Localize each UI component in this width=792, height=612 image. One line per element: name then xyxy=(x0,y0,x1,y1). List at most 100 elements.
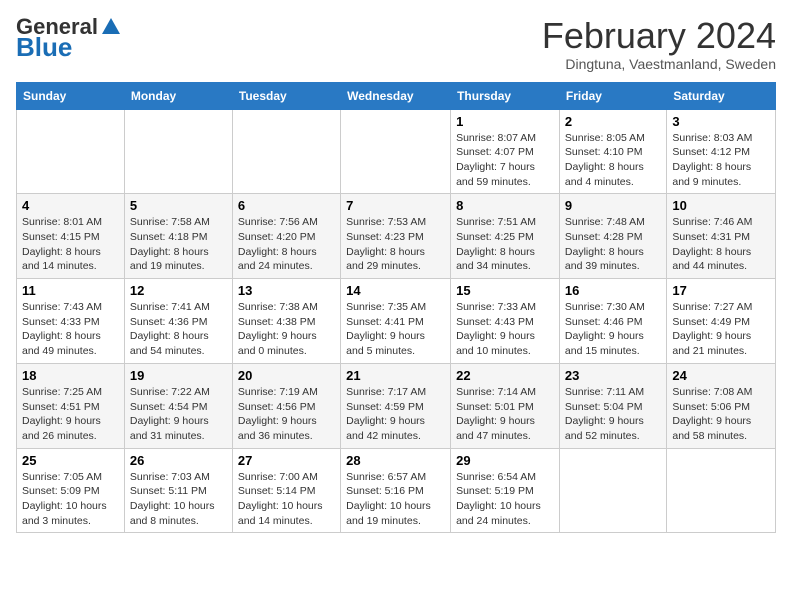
date-number: 2 xyxy=(565,114,661,129)
day-headers-row: SundayMondayTuesdayWednesdayThursdayFrid… xyxy=(17,82,776,109)
date-number: 18 xyxy=(22,368,119,383)
day-cell: 27Sunrise: 7:00 AM Sunset: 5:14 PM Dayli… xyxy=(232,448,340,533)
day-info: Sunrise: 7:11 AM Sunset: 5:04 PM Dayligh… xyxy=(565,385,661,444)
day-cell: 7 Sunrise: 7:53 AM Sunset: 4:23 PM Daylig… xyxy=(341,194,451,279)
day-cell: 12Sunrise: 7:41 AM Sunset: 4:36 PM Dayli… xyxy=(124,279,232,364)
day-header-thursday: Thursday xyxy=(451,82,560,109)
day-cell xyxy=(341,109,451,194)
day-info: Sunrise: 7:30 AM Sunset: 4:46 PM Dayligh… xyxy=(565,300,661,359)
date-number: 4 xyxy=(22,198,119,213)
day-cell: 25 Sunrise: 7:05 AM Sunset: 5:09 PM Dayli… xyxy=(17,448,125,533)
date-number: 26 xyxy=(130,453,227,468)
day-header-friday: Friday xyxy=(559,82,666,109)
day-info: Sunrise: 7:00 AM Sunset: 5:14 PM Dayligh… xyxy=(238,470,335,529)
day-cell: 17 Sunrise: 7:27 AM Sunset: 4:49 PM Dayli… xyxy=(667,279,776,364)
day-cell: 5 Sunrise: 7:58 AM Sunset: 4:18 PM Daylig… xyxy=(124,194,232,279)
calendar-subtitle: Dingtuna, Vaestmanland, Sweden xyxy=(542,56,776,72)
day-info: Sunrise: 7:58 AM Sunset: 4:18 PM Dayligh… xyxy=(130,215,227,274)
day-cell xyxy=(232,109,340,194)
day-cell: 9 Sunrise: 7:48 AM Sunset: 4:28 PM Daylig… xyxy=(559,194,666,279)
logo-blue-text: Blue xyxy=(16,34,72,60)
calendar-table: SundayMondayTuesdayWednesdayThursdayFrid… xyxy=(16,82,776,534)
date-number: 28 xyxy=(346,453,445,468)
date-number: 7 xyxy=(346,198,445,213)
day-cell: 28 Sunrise: 6:57 AM Sunset: 5:16 PM Dayli… xyxy=(341,448,451,533)
day-cell: 1 Sunrise: 8:07 AM Sunset: 4:07 PM Daylig… xyxy=(451,109,560,194)
week-row-5: 25 Sunrise: 7:05 AM Sunset: 5:09 PM Dayli… xyxy=(17,448,776,533)
day-info: Sunrise: 8:07 AM Sunset: 4:07 PM Dayligh… xyxy=(456,131,554,190)
date-number: 17 xyxy=(672,283,770,298)
day-cell: 24Sunrise: 7:08 AM Sunset: 5:06 PM Dayli… xyxy=(667,363,776,448)
date-number: 29 xyxy=(456,453,554,468)
date-number: 10 xyxy=(672,198,770,213)
day-info: Sunrise: 7:48 AM Sunset: 4:28 PM Dayligh… xyxy=(565,215,661,274)
day-info: Sunrise: 7:17 AM Sunset: 4:59 PM Dayligh… xyxy=(346,385,445,444)
date-number: 8 xyxy=(456,198,554,213)
date-number: 6 xyxy=(238,198,335,213)
day-cell xyxy=(124,109,232,194)
day-info: Sunrise: 7:38 AM Sunset: 4:38 PM Dayligh… xyxy=(238,300,335,359)
day-cell: 3 Sunrise: 8:03 AM Sunset: 4:12 PM Daylig… xyxy=(667,109,776,194)
day-info: Sunrise: 7:03 AM Sunset: 5:11 PM Dayligh… xyxy=(130,470,227,529)
date-number: 23 xyxy=(565,368,661,383)
day-info: Sunrise: 7:53 AM Sunset: 4:23 PM Dayligh… xyxy=(346,215,445,274)
date-number: 20 xyxy=(238,368,335,383)
day-header-monday: Monday xyxy=(124,82,232,109)
date-number: 11 xyxy=(22,283,119,298)
date-number: 5 xyxy=(130,198,227,213)
day-cell: 14 Sunrise: 7:35 AM Sunset: 4:41 PM Dayli… xyxy=(341,279,451,364)
day-info: Sunrise: 7:51 AM Sunset: 4:25 PM Dayligh… xyxy=(456,215,554,274)
day-info: Sunrise: 7:05 AM Sunset: 5:09 PM Dayligh… xyxy=(22,470,119,529)
date-number: 15 xyxy=(456,283,554,298)
day-cell: 10 Sunrise: 7:46 AM Sunset: 4:31 PM Dayli… xyxy=(667,194,776,279)
day-header-sunday: Sunday xyxy=(17,82,125,109)
date-number: 25 xyxy=(22,453,119,468)
date-number: 1 xyxy=(456,114,554,129)
day-info: Sunrise: 7:46 AM Sunset: 4:31 PM Dayligh… xyxy=(672,215,770,274)
week-row-3: 11 Sunrise: 7:43 AM Sunset: 4:33 PM Dayli… xyxy=(17,279,776,364)
date-number: 24 xyxy=(672,368,770,383)
day-cell: 11 Sunrise: 7:43 AM Sunset: 4:33 PM Dayli… xyxy=(17,279,125,364)
date-number: 21 xyxy=(346,368,445,383)
day-info: Sunrise: 7:35 AM Sunset: 4:41 PM Dayligh… xyxy=(346,300,445,359)
day-cell: 22Sunrise: 7:14 AM Sunset: 5:01 PM Dayli… xyxy=(451,363,560,448)
day-info: Sunrise: 8:03 AM Sunset: 4:12 PM Dayligh… xyxy=(672,131,770,190)
date-number: 14 xyxy=(346,283,445,298)
day-cell: 4 Sunrise: 8:01 AM Sunset: 4:15 PM Daylig… xyxy=(17,194,125,279)
day-info: Sunrise: 8:01 AM Sunset: 4:15 PM Dayligh… xyxy=(22,215,119,274)
week-row-4: 18 Sunrise: 7:25 AM Sunset: 4:51 PM Dayli… xyxy=(17,363,776,448)
day-cell: 20Sunrise: 7:19 AM Sunset: 4:56 PM Dayli… xyxy=(232,363,340,448)
day-cell: 26 Sunrise: 7:03 AM Sunset: 5:11 PM Dayli… xyxy=(124,448,232,533)
day-cell xyxy=(667,448,776,533)
day-info: Sunrise: 6:54 AM Sunset: 5:19 PM Dayligh… xyxy=(456,470,554,529)
day-info: Sunrise: 7:14 AM Sunset: 5:01 PM Dayligh… xyxy=(456,385,554,444)
week-row-1: 1 Sunrise: 8:07 AM Sunset: 4:07 PM Daylig… xyxy=(17,109,776,194)
day-cell: 29 Sunrise: 6:54 AM Sunset: 5:19 PM Dayli… xyxy=(451,448,560,533)
day-header-saturday: Saturday xyxy=(667,82,776,109)
day-info: Sunrise: 7:27 AM Sunset: 4:49 PM Dayligh… xyxy=(672,300,770,359)
day-cell: 18 Sunrise: 7:25 AM Sunset: 4:51 PM Dayli… xyxy=(17,363,125,448)
logo: General Blue xyxy=(16,16,122,60)
day-cell: 8 Sunrise: 7:51 AM Sunset: 4:25 PM Daylig… xyxy=(451,194,560,279)
logo-icon xyxy=(100,16,122,38)
day-header-wednesday: Wednesday xyxy=(341,82,451,109)
week-row-2: 4 Sunrise: 8:01 AM Sunset: 4:15 PM Daylig… xyxy=(17,194,776,279)
day-info: Sunrise: 7:56 AM Sunset: 4:20 PM Dayligh… xyxy=(238,215,335,274)
day-cell: 23 Sunrise: 7:11 AM Sunset: 5:04 PM Dayli… xyxy=(559,363,666,448)
day-info: Sunrise: 7:25 AM Sunset: 4:51 PM Dayligh… xyxy=(22,385,119,444)
day-info: Sunrise: 7:33 AM Sunset: 4:43 PM Dayligh… xyxy=(456,300,554,359)
day-cell xyxy=(559,448,666,533)
day-header-tuesday: Tuesday xyxy=(232,82,340,109)
day-info: Sunrise: 7:43 AM Sunset: 4:33 PM Dayligh… xyxy=(22,300,119,359)
date-number: 9 xyxy=(565,198,661,213)
day-cell: 16Sunrise: 7:30 AM Sunset: 4:46 PM Dayli… xyxy=(559,279,666,364)
title-area: February 2024 Dingtuna, Vaestmanland, Sw… xyxy=(542,16,776,72)
day-info: Sunrise: 8:05 AM Sunset: 4:10 PM Dayligh… xyxy=(565,131,661,190)
date-number: 19 xyxy=(130,368,227,383)
day-cell: 13Sunrise: 7:38 AM Sunset: 4:38 PM Dayli… xyxy=(232,279,340,364)
date-number: 3 xyxy=(672,114,770,129)
day-cell: 21 Sunrise: 7:17 AM Sunset: 4:59 PM Dayli… xyxy=(341,363,451,448)
calendar-title: February 2024 xyxy=(542,16,776,56)
day-info: Sunrise: 6:57 AM Sunset: 5:16 PM Dayligh… xyxy=(346,470,445,529)
day-cell: 19Sunrise: 7:22 AM Sunset: 4:54 PM Dayli… xyxy=(124,363,232,448)
